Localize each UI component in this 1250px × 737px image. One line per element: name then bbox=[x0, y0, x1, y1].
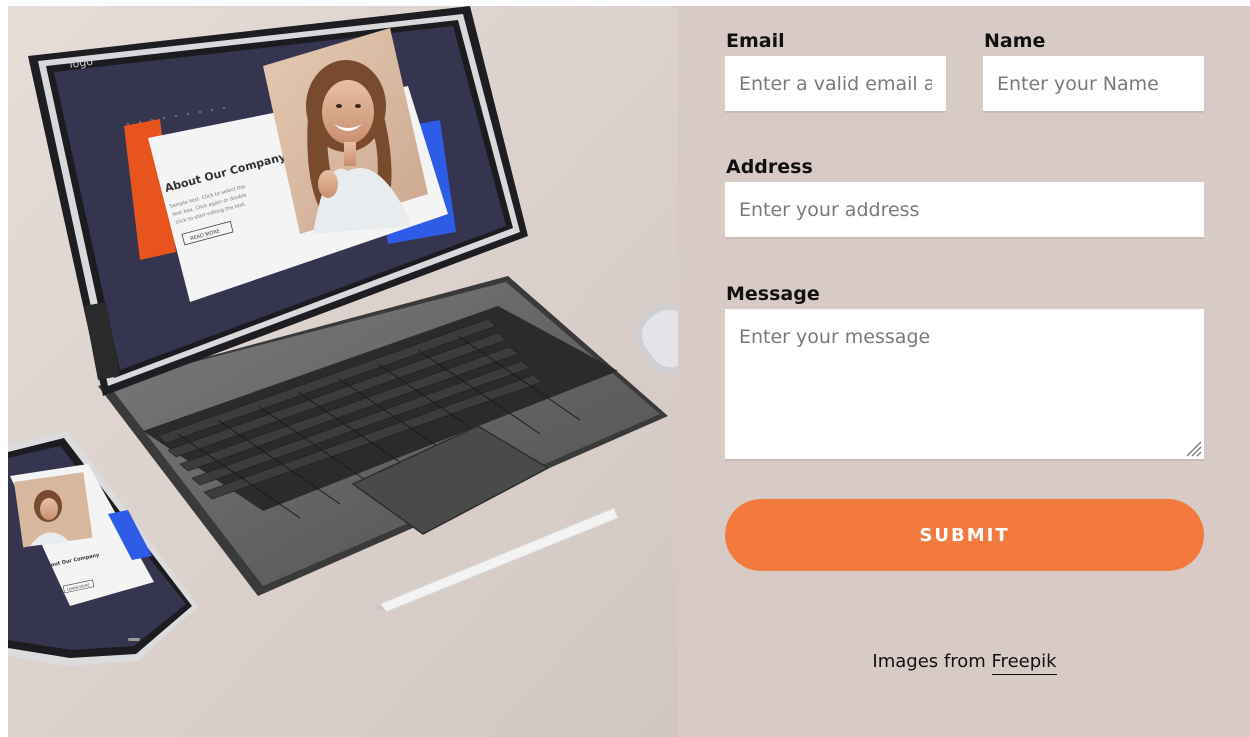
image-credit: Images from Freepik bbox=[725, 651, 1204, 675]
message-textarea[interactable] bbox=[725, 309, 1204, 461]
email-input[interactable] bbox=[725, 56, 946, 113]
name-input[interactable] bbox=[983, 56, 1204, 113]
address-label: Address bbox=[726, 156, 813, 178]
email-label: Email bbox=[726, 30, 785, 52]
name-label: Name bbox=[984, 30, 1046, 52]
message-label: Message bbox=[726, 283, 820, 305]
address-input[interactable] bbox=[725, 182, 1204, 239]
phone-port bbox=[128, 638, 140, 641]
page-section: logo About Our Company Sample text. Clic… bbox=[8, 6, 1250, 737]
freepik-link[interactable]: Freepik bbox=[991, 651, 1057, 675]
credit-prefix: Images from bbox=[872, 651, 992, 672]
hero-image: logo About Our Company Sample text. Clic… bbox=[8, 6, 678, 737]
resize-handle-icon[interactable] bbox=[1181, 436, 1203, 458]
submit-button[interactable]: SUBMIT bbox=[725, 499, 1204, 571]
